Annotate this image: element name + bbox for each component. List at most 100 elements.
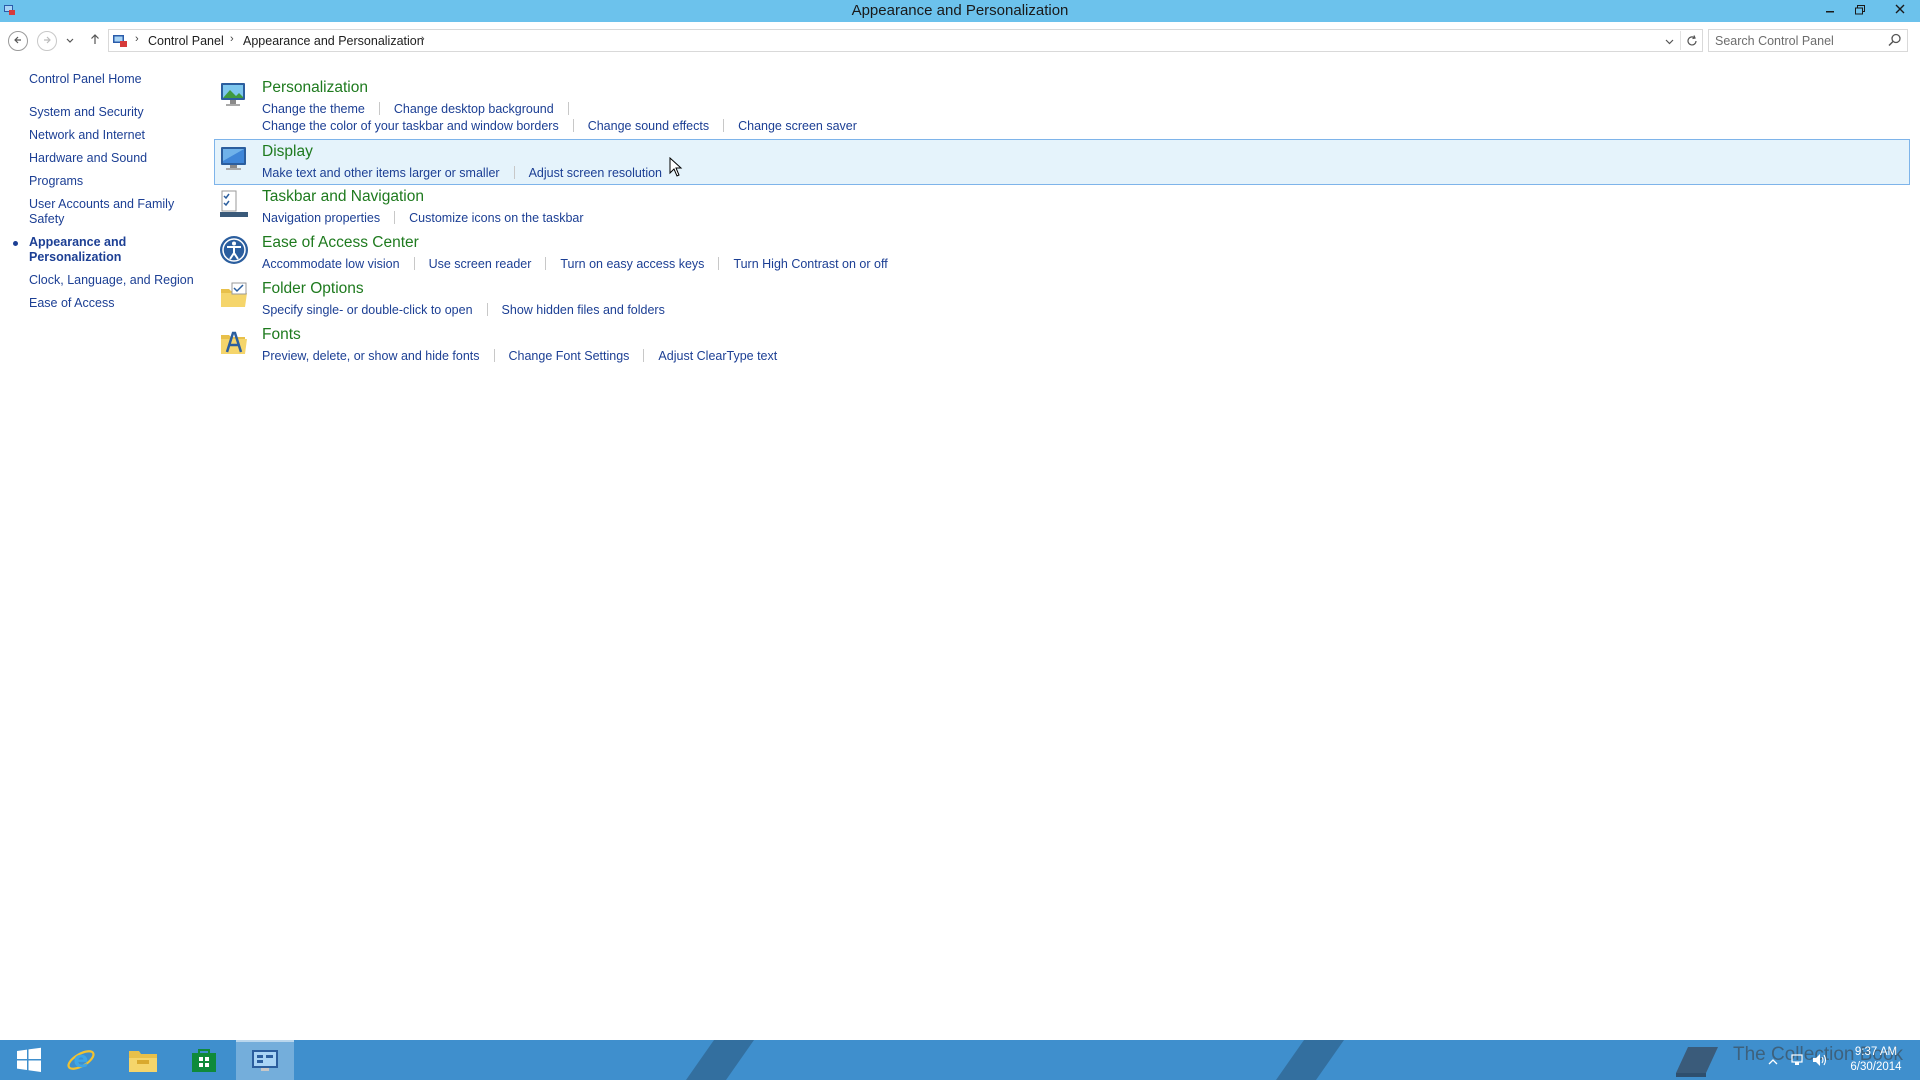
refresh-button[interactable] — [1680, 31, 1698, 50]
control-panel-taskbar-button[interactable] — [236, 1040, 294, 1080]
minimize-button[interactable] — [1816, 0, 1844, 20]
speaker-icon — [1813, 1054, 1827, 1066]
internet-explorer-button[interactable]: e — [52, 1040, 110, 1080]
fonts-icon — [221, 331, 247, 354]
use-screen-reader-link[interactable]: Use screen reader — [429, 257, 532, 271]
breadcrumb-appearance[interactable]: Appearance and Personalization — [243, 34, 424, 48]
adjust-screen-resolution-link[interactable]: Adjust screen resolution — [529, 166, 662, 180]
ease-of-access-icon — [220, 236, 248, 264]
sidebar: Control Panel Home System and Security N… — [13, 72, 199, 319]
mouse-cursor-icon — [669, 157, 683, 177]
make-text-larger-link[interactable]: Make text and other items larger or smal… — [262, 166, 500, 180]
search-input[interactable] — [1715, 31, 1885, 51]
show-hidden-files-link[interactable]: Show hidden files and folders — [502, 303, 665, 317]
fonts-title[interactable]: Fonts — [262, 326, 301, 344]
chevron-down-icon — [1665, 39, 1674, 45]
link-divider — [413, 257, 415, 270]
display-title[interactable]: Display — [262, 143, 313, 161]
link-divider — [723, 119, 725, 132]
task-personalization: Personalization Change the theme Change d… — [215, 76, 1910, 139]
control-panel-home-link[interactable]: Control Panel Home — [29, 72, 199, 87]
arrow-right-icon — [44, 36, 51, 44]
taskbar: e The Collection Book 9:37 AM 6/30/2014 — [0, 1040, 1920, 1080]
title-bar: Appearance and Personalization — [0, 0, 1920, 22]
preview-fonts-link[interactable]: Preview, delete, or show and hide fonts — [262, 349, 480, 363]
taskbar-and-navigation-title[interactable]: Taskbar and Navigation — [262, 188, 424, 206]
sidebar-item-user-accounts[interactable]: User Accounts and Family Safety — [29, 197, 179, 227]
display-icon — [221, 147, 246, 170]
customize-taskbar-icons-link[interactable]: Customize icons on the taskbar — [409, 211, 583, 225]
sidebar-item-hardware-and-sound[interactable]: Hardware and Sound — [29, 151, 199, 166]
taskbar-decoration — [1275, 1040, 1345, 1080]
folder-options-title[interactable]: Folder Options — [262, 280, 364, 298]
ease-of-access-center-title[interactable]: Ease of Access Center — [262, 234, 419, 252]
change-font-settings-link[interactable]: Change Font Settings — [509, 349, 630, 363]
link-divider — [378, 102, 380, 115]
sidebar-item-programs[interactable]: Programs — [29, 174, 199, 189]
personalization-title[interactable]: Personalization — [262, 79, 368, 97]
breadcrumb-separator-icon[interactable]: › — [421, 33, 425, 45]
link-divider — [572, 119, 574, 132]
search-box[interactable] — [1708, 29, 1908, 52]
taskbar-clock[interactable]: 9:37 AM 6/30/2014 — [1836, 1045, 1916, 1075]
change-sound-effects-link[interactable]: Change sound effects — [588, 119, 709, 133]
internet-explorer-icon: e — [67, 1048, 95, 1073]
restore-button[interactable] — [1846, 0, 1874, 20]
address-history-button[interactable] — [1665, 32, 1674, 48]
address-bar[interactable]: › Control Panel › Appearance and Persona… — [108, 29, 1703, 52]
back-button[interactable] — [8, 31, 28, 51]
link-divider — [718, 257, 720, 270]
clock-date: 6/30/2014 — [1850, 1061, 1902, 1073]
task-fonts: Fonts Preview, delete, or show and hide … — [215, 323, 1910, 369]
arrow-up-icon — [91, 34, 99, 44]
start-button[interactable] — [0, 1040, 58, 1080]
task-ease-of-access-center: Ease of Access Center Accommodate low vi… — [215, 231, 1910, 277]
task-display[interactable]: Display Make text and other items larger… — [214, 139, 1910, 185]
search-icon[interactable] — [1888, 33, 1902, 47]
forward-button[interactable] — [37, 31, 57, 51]
control-panel-icon — [252, 1050, 278, 1071]
file-explorer-button[interactable] — [114, 1040, 172, 1080]
breadcrumb-separator-icon[interactable]: › — [135, 33, 139, 45]
minimize-icon — [1826, 11, 1834, 13]
sidebar-item-system-and-security[interactable]: System and Security — [29, 105, 199, 120]
change-taskbar-color-link[interactable]: Change the color of your taskbar and win… — [262, 119, 559, 133]
navigation-properties-link[interactable]: Navigation properties — [262, 211, 380, 225]
close-button[interactable] — [1880, 0, 1920, 20]
turn-high-contrast-link[interactable]: Turn High Contrast on or off — [733, 257, 887, 271]
task-taskbar-and-navigation: Taskbar and Navigation Navigation proper… — [215, 185, 1910, 231]
change-theme-link[interactable]: Change the theme — [262, 102, 365, 116]
change-desktop-background-link[interactable]: Change desktop background — [394, 102, 554, 116]
single-double-click-link[interactable]: Specify single- or double-click to open — [262, 303, 473, 317]
volume-tray-button[interactable] — [1812, 1040, 1828, 1080]
recent-locations-button[interactable] — [63, 30, 77, 52]
close-icon — [1895, 4, 1905, 14]
store-button[interactable] — [175, 1040, 233, 1080]
folder-icon — [129, 1051, 157, 1072]
arrow-left-icon — [14, 36, 21, 44]
link-divider — [493, 349, 495, 362]
window-title: Appearance and Personalization — [851, 2, 1069, 19]
link-divider — [394, 211, 396, 224]
adjust-cleartype-link[interactable]: Adjust ClearType text — [658, 349, 777, 363]
link-divider — [486, 303, 488, 316]
sidebar-item-ease-of-access[interactable]: Ease of Access — [29, 296, 199, 311]
turn-on-easy-access-keys-link[interactable]: Turn on easy access keys — [560, 257, 704, 271]
network-tray-button[interactable] — [1790, 1040, 1804, 1080]
sidebar-item-clock-language-region[interactable]: Clock, Language, and Region — [29, 273, 199, 288]
control-panel-icon — [113, 35, 127, 47]
sidebar-item-network-and-internet[interactable]: Network and Internet — [29, 128, 199, 143]
clock-time: 9:37 AM — [1854, 1046, 1898, 1058]
restore-icon — [1855, 5, 1865, 15]
change-screen-saver-link[interactable]: Change screen saver — [738, 119, 857, 133]
breadcrumb-control-panel[interactable]: Control Panel — [148, 34, 224, 48]
taskbar-icon — [220, 190, 248, 217]
link-divider — [513, 166, 515, 179]
refresh-icon — [1687, 35, 1697, 46]
accommodate-low-vision-link[interactable]: Accommodate low vision — [262, 257, 400, 271]
folder-options-icon — [221, 282, 247, 307]
windows-logo-icon — [17, 1047, 41, 1072]
up-button[interactable] — [84, 30, 106, 52]
breadcrumb-separator-icon[interactable]: › — [230, 33, 234, 45]
show-hidden-icons-button[interactable] — [1768, 1040, 1778, 1080]
